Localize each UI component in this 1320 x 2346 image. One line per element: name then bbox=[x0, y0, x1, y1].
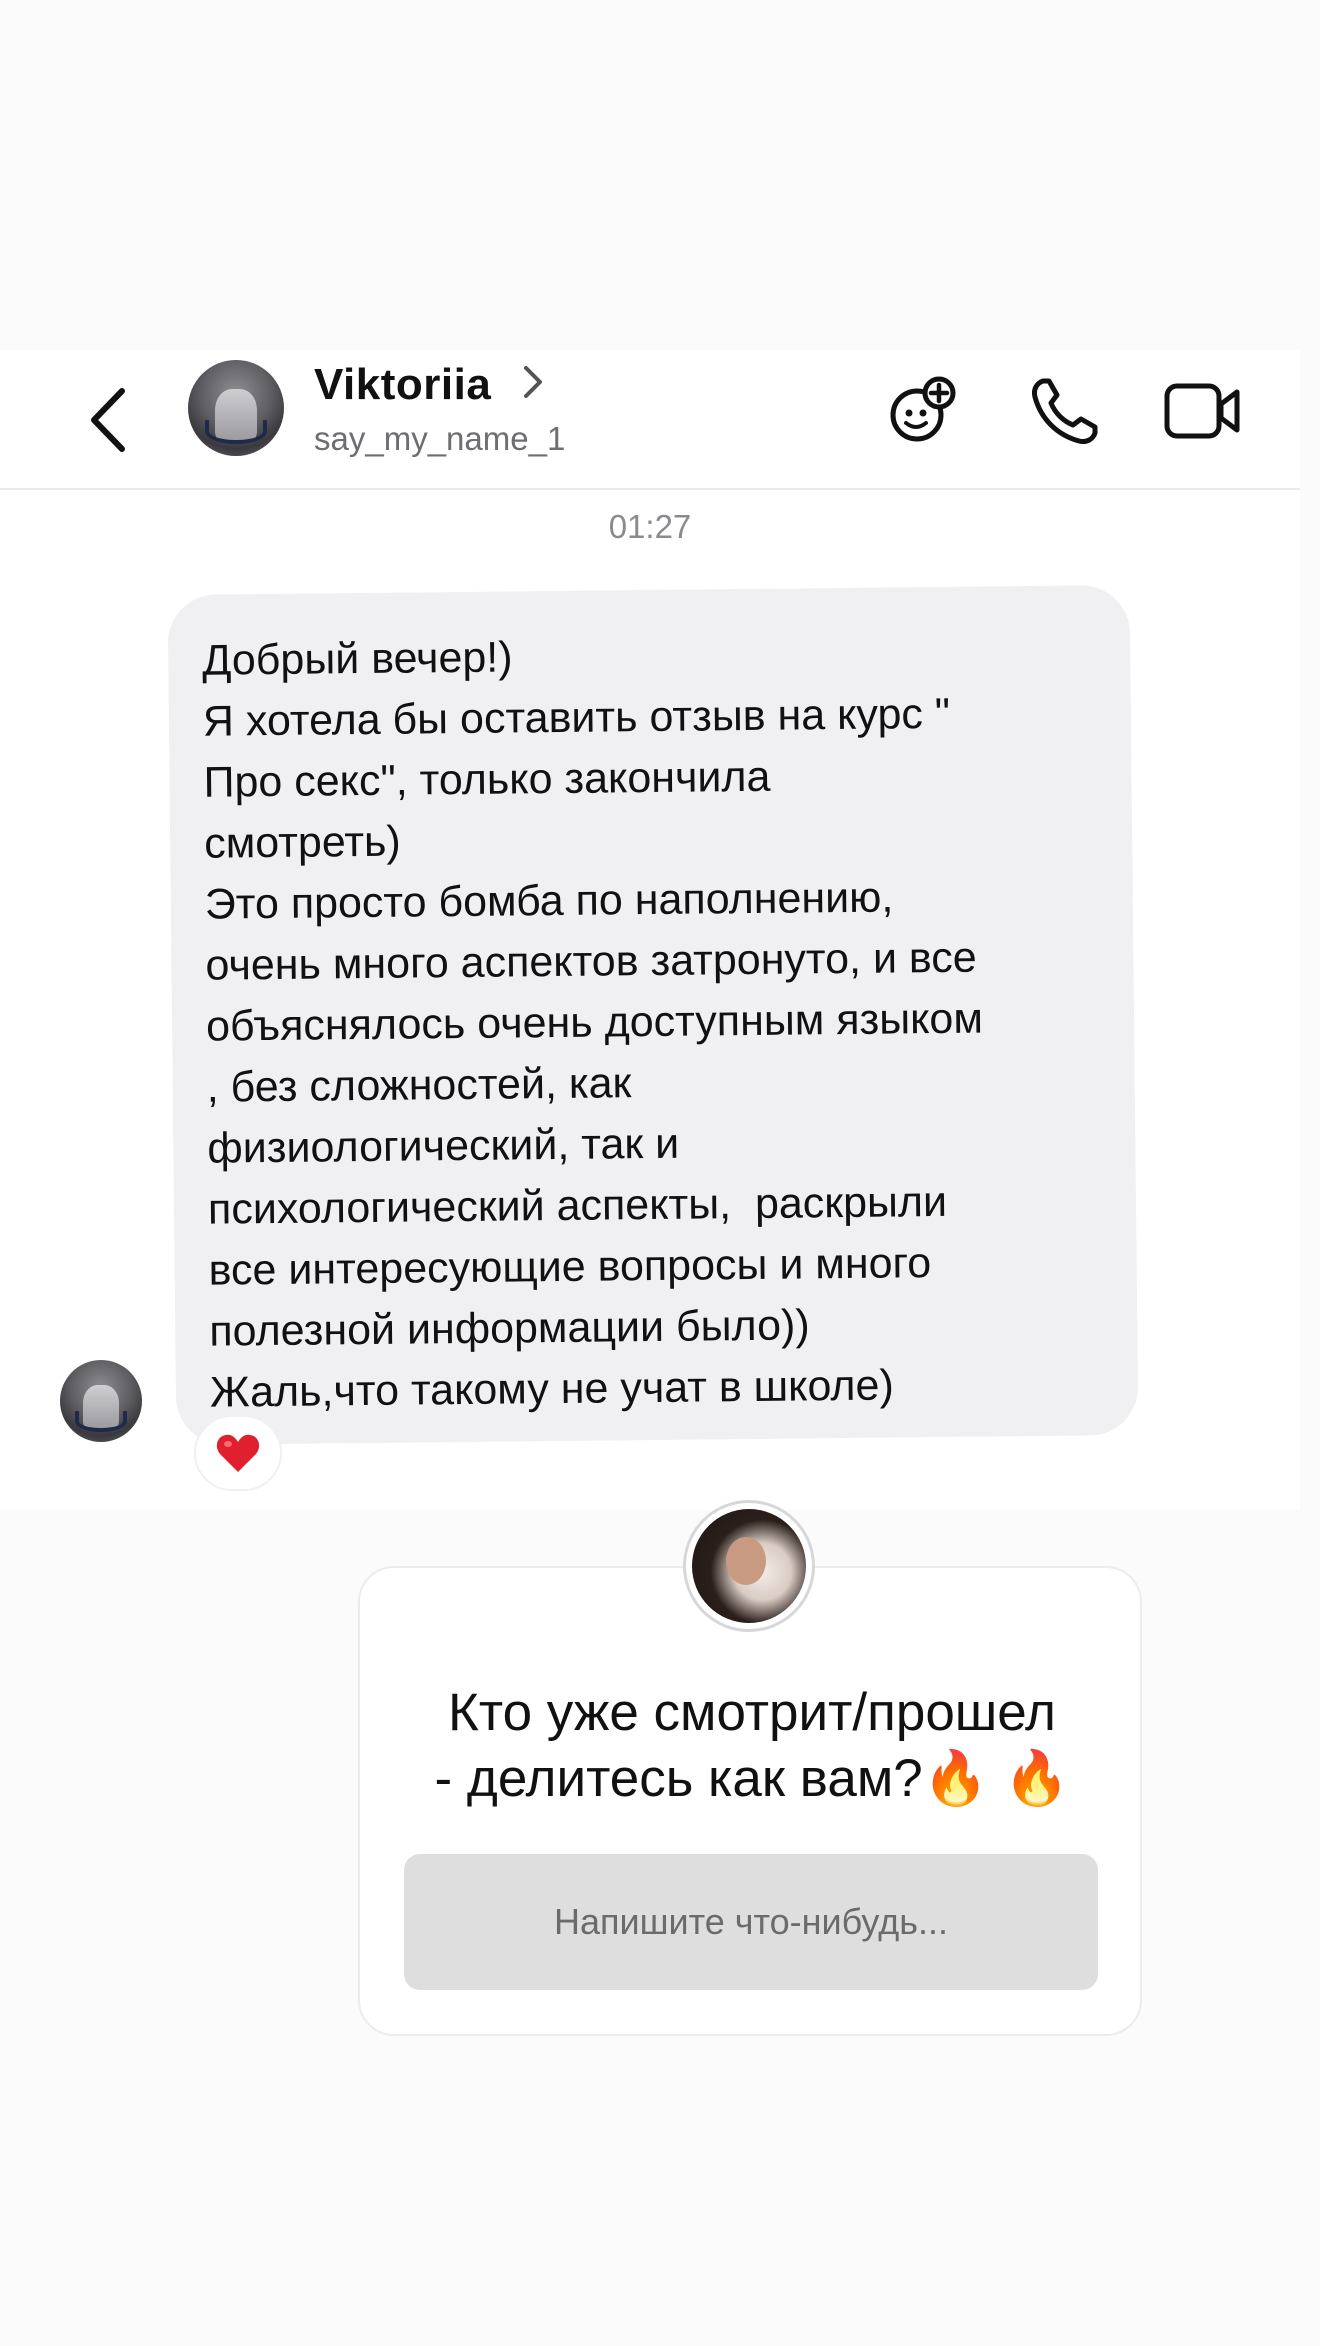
contact-name[interactable]: Viktoriia bbox=[314, 360, 491, 410]
answer-input[interactable]: Напишите что-нибудь... bbox=[404, 1854, 1098, 1990]
contact-avatar[interactable] bbox=[188, 360, 284, 456]
back-button[interactable] bbox=[80, 382, 136, 458]
author-avatar bbox=[683, 1500, 815, 1632]
message-bubble[interactable]: Добрый вечер!) Я хотела бы оставить отзы… bbox=[167, 584, 1139, 1446]
direct-message-screenshot: Viktoriia say_my_name_1 01:27 Добрый веч… bbox=[0, 350, 1300, 1510]
question-sticker: Кто уже смотрит/прошел - делитесь как ва… bbox=[358, 1566, 1142, 2036]
effects-button[interactable] bbox=[880, 368, 966, 454]
contact-username: say_my_name_1 bbox=[314, 420, 566, 457]
sticker-question: Кто уже смотрит/прошел - делитесь как ва… bbox=[360, 1680, 1144, 1812]
message-text: Добрый вечер!) Я хотела бы оставить отзы… bbox=[202, 633, 984, 1417]
heart-reaction[interactable] bbox=[194, 1415, 282, 1491]
message-timestamp: 01:27 bbox=[608, 508, 692, 545]
heart-icon bbox=[216, 1434, 260, 1472]
video-call-button[interactable] bbox=[1160, 368, 1246, 454]
sender-avatar[interactable] bbox=[60, 1360, 142, 1442]
question-line-1: Кто уже смотрит/прошел bbox=[448, 1683, 1056, 1742]
effects-icon bbox=[890, 376, 956, 442]
chevron-right-icon bbox=[524, 366, 542, 398]
page: Viktoriia say_my_name_1 01:27 Добрый веч… bbox=[0, 0, 1320, 2346]
video-camera-icon bbox=[1164, 383, 1240, 439]
chat-header: Viktoriia say_my_name_1 bbox=[0, 350, 1300, 490]
phone-icon bbox=[1032, 378, 1098, 444]
call-button[interactable] bbox=[1022, 368, 1108, 454]
question-line-2: - делитесь как вам?🔥 🔥 bbox=[434, 1749, 1070, 1808]
back-chevron-icon bbox=[91, 388, 125, 452]
